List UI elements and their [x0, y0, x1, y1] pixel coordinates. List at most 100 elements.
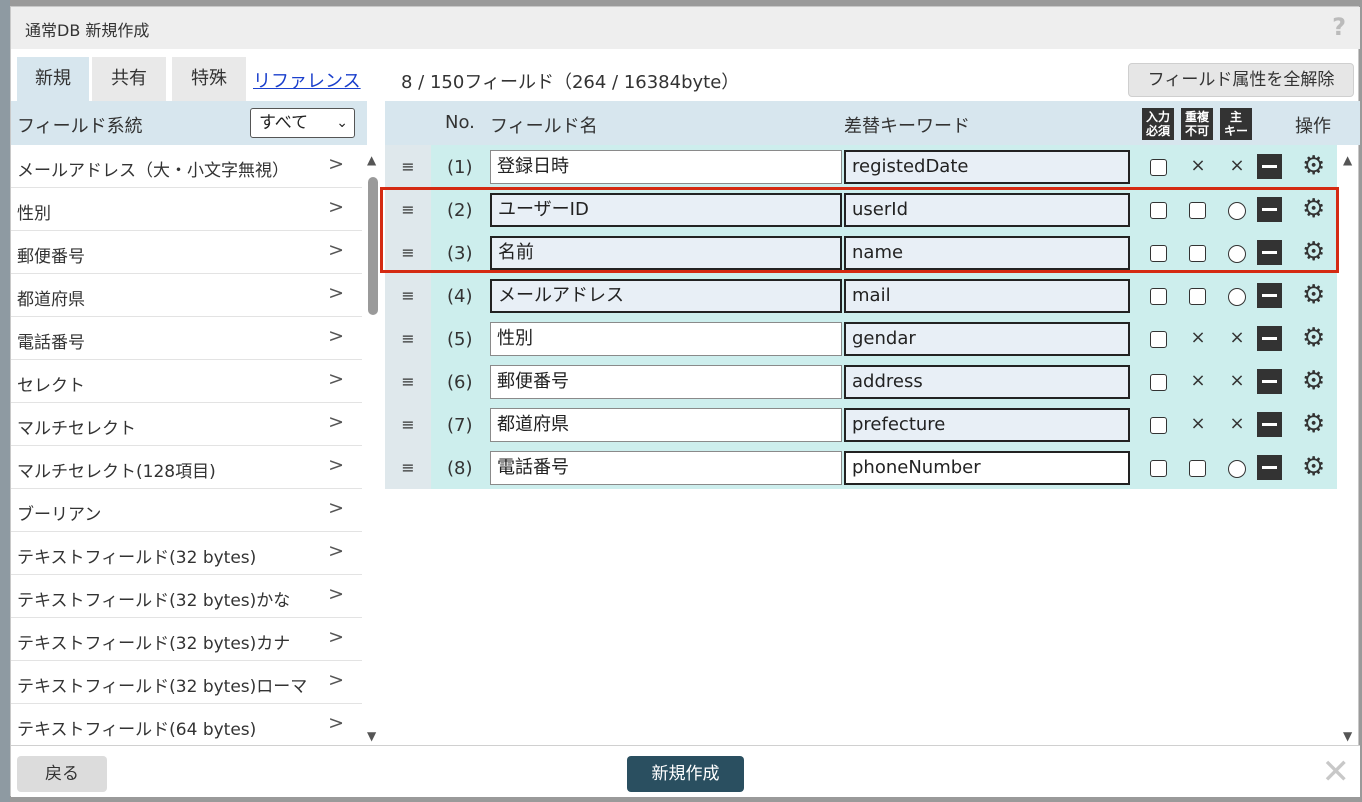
remove-field-button[interactable]	[1257, 369, 1282, 394]
list-item[interactable]: テキストフィールド(32 bytes)カナ >	[11, 618, 362, 661]
reference-link[interactable]: リファレンス	[253, 67, 361, 93]
scroll-up-icon[interactable]: ▲	[367, 153, 376, 167]
left-panel-header: フィールド系統 すべて ⌄	[11, 101, 367, 145]
list-item[interactable]: 電話番号 >	[11, 317, 362, 360]
field-name-input[interactable]: 郵便番号	[490, 365, 842, 399]
required-checkbox[interactable]	[1150, 417, 1167, 434]
table-row: ≡ (4) メールアドレス mail ⚙	[385, 274, 1337, 317]
field-name-input[interactable]: 都道府県	[490, 408, 842, 442]
required-checkbox[interactable]	[1150, 374, 1167, 391]
keyword-input[interactable]: prefecture	[844, 408, 1130, 442]
drag-handle-icon[interactable]: ≡	[385, 360, 431, 403]
field-name-input[interactable]: 登録日時	[490, 150, 842, 184]
tab-special[interactable]: 特殊	[172, 57, 246, 101]
chevron-right-icon: >	[328, 583, 344, 605]
drag-handle-icon[interactable]: ≡	[385, 403, 431, 446]
list-item[interactable]: テキストフィールド(32 bytes) >	[11, 532, 362, 575]
chevron-right-icon: >	[328, 368, 344, 390]
primary-key-radio[interactable]	[1228, 288, 1246, 306]
gear-icon[interactable]: ⚙	[1302, 453, 1325, 481]
list-item[interactable]: 性別 >	[11, 188, 362, 231]
clear-attributes-button[interactable]: フィールド属性を全解除	[1128, 63, 1354, 97]
remove-field-button[interactable]	[1257, 326, 1282, 351]
list-item[interactable]: セレクト >	[11, 360, 362, 403]
background-strip	[0, 0, 10, 802]
row-number: (8)	[447, 458, 473, 479]
left-scrollbar[interactable]: ▲ ▼	[365, 153, 381, 743]
field-name-input[interactable]: メールアドレス	[490, 279, 842, 313]
list-item-label: テキストフィールド(32 bytes)ローマ	[17, 677, 308, 697]
required-checkbox[interactable]	[1150, 288, 1167, 305]
col-keyword-header: 差替キーワード	[844, 116, 970, 137]
list-item[interactable]: 都道府県 >	[11, 274, 362, 317]
field-type-list: メールアドレス（大・小文字無視） > 性別 > 郵便番号 > 都道府県 > 電話番号 > …	[11, 145, 362, 745]
required-checkbox[interactable]	[1150, 460, 1167, 477]
list-item[interactable]: テキストフィールド(32 bytes)かな >	[11, 575, 362, 618]
keyword-input[interactable]: registedDate	[844, 150, 1130, 184]
tab-new[interactable]: 新規	[17, 57, 89, 101]
list-item[interactable]: テキストフィールド(64 bytes) >	[11, 704, 362, 745]
list-item-label: テキストフィールド(32 bytes)かな	[17, 591, 291, 611]
list-item[interactable]: 郵便番号 >	[11, 231, 362, 274]
gear-icon[interactable]: ⚙	[1302, 324, 1325, 352]
tab-share[interactable]: 共有	[92, 57, 166, 101]
list-item-label: テキストフィールド(64 bytes)	[17, 720, 257, 740]
row-number: (5)	[447, 329, 473, 350]
chevron-right-icon: >	[328, 540, 344, 562]
drag-handle-icon[interactable]: ≡	[385, 145, 431, 188]
unique-checkbox[interactable]	[1189, 460, 1206, 477]
table-row: ≡ (5) 性別 gendar × × ⚙	[385, 317, 1337, 360]
right-scrollbar[interactable]: ▲ ▼	[1341, 153, 1357, 743]
remove-field-button[interactable]	[1257, 283, 1282, 308]
filter-selected-value: すべて	[259, 113, 309, 133]
list-item[interactable]: メールアドレス（大・小文字無視） >	[11, 145, 362, 188]
scrollbar-thumb[interactable]	[368, 177, 378, 315]
unique-unavailable-mark: ×	[1190, 155, 1206, 176]
primary-key-radio[interactable]	[1228, 460, 1246, 478]
keyword-input[interactable]: mail	[844, 279, 1130, 313]
required-checkbox[interactable]	[1150, 159, 1167, 176]
drag-handle-icon[interactable]: ≡	[385, 446, 431, 489]
help-icon[interactable]: ?	[1332, 13, 1346, 41]
chevron-right-icon: >	[328, 669, 344, 691]
gear-icon[interactable]: ⚙	[1302, 367, 1325, 395]
table-row: ≡ (6) 郵便番号 address × × ⚙	[385, 360, 1337, 403]
close-icon[interactable]: ✕	[1322, 752, 1351, 792]
keyword-input[interactable]: address	[844, 365, 1130, 399]
row-number: (1)	[447, 157, 473, 178]
list-item-label: マルチセレクト(128項目)	[17, 462, 216, 482]
col-no-header: No.	[445, 112, 475, 133]
field-name-input[interactable]: 性別	[490, 322, 842, 356]
drag-handle-icon[interactable]: ≡	[385, 274, 431, 317]
remove-field-button[interactable]	[1257, 154, 1282, 179]
col-field-name-header: フィールド名	[490, 116, 598, 137]
chevron-right-icon: >	[328, 626, 344, 648]
field-name-input[interactable]: 電話番号	[490, 451, 842, 485]
remove-field-button[interactable]	[1257, 412, 1282, 437]
create-button[interactable]: 新規作成	[627, 756, 744, 792]
list-item-label: ブーリアン	[17, 505, 102, 525]
back-button[interactable]: 戻る	[17, 756, 107, 792]
remove-field-button[interactable]	[1257, 455, 1282, 480]
keyword-input[interactable]: gendar	[844, 322, 1130, 356]
drag-handle-icon[interactable]: ≡	[385, 317, 431, 360]
chevron-right-icon: >	[328, 239, 344, 261]
scroll-up-icon[interactable]: ▲	[1343, 153, 1352, 167]
keyword-input[interactable]: phoneNumber	[844, 451, 1130, 485]
unique-checkbox[interactable]	[1189, 288, 1206, 305]
required-checkbox[interactable]	[1150, 331, 1167, 348]
list-item[interactable]: テキストフィールド(32 bytes)ローマ >	[11, 661, 362, 704]
field-type-filter-select[interactable]: すべて ⌄	[250, 108, 355, 138]
scroll-down-icon[interactable]: ▼	[367, 729, 376, 743]
scroll-down-icon[interactable]: ▼	[1343, 729, 1352, 743]
list-item[interactable]: マルチセレクト(128項目) >	[11, 446, 362, 489]
unique-unavailable-mark: ×	[1190, 327, 1206, 348]
gear-icon[interactable]: ⚙	[1302, 410, 1325, 438]
list-item[interactable]: ブーリアン >	[11, 489, 362, 532]
gear-icon[interactable]: ⚙	[1302, 152, 1325, 180]
list-item-label: 郵便番号	[17, 247, 85, 267]
chevron-right-icon: >	[328, 712, 344, 734]
list-item-label: メールアドレス（大・小文字無視）	[17, 161, 289, 181]
list-item[interactable]: マルチセレクト >	[11, 403, 362, 446]
gear-icon[interactable]: ⚙	[1302, 281, 1325, 309]
